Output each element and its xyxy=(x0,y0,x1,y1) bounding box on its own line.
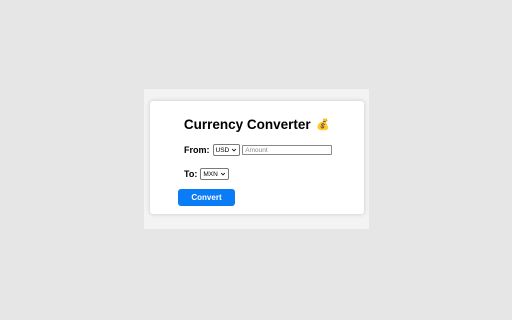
converter-card: Currency Converter 💰 From: USD To: MXN C xyxy=(150,101,364,214)
chevron-down-icon xyxy=(220,172,225,176)
from-currency-value: USD xyxy=(215,146,230,154)
chevron-down-icon xyxy=(232,148,237,152)
to-label: To: xyxy=(184,169,198,179)
from-label: From: xyxy=(184,145,210,155)
convert-button[interactable]: Convert xyxy=(178,189,235,206)
money-bag-icon: 💰 xyxy=(316,119,331,131)
from-row: From: USD xyxy=(184,144,333,156)
page-title: Currency Converter 💰 xyxy=(150,117,364,133)
from-currency-select[interactable]: USD xyxy=(212,144,241,156)
extension-popup: Currency Converter 💰 From: USD To: MXN C xyxy=(144,89,369,229)
to-currency-select[interactable]: MXN xyxy=(200,168,229,180)
title-text: Currency Converter xyxy=(183,117,311,132)
amount-input[interactable] xyxy=(242,145,333,155)
to-row: To: MXN xyxy=(184,168,229,180)
to-currency-value: MXN xyxy=(203,170,218,178)
